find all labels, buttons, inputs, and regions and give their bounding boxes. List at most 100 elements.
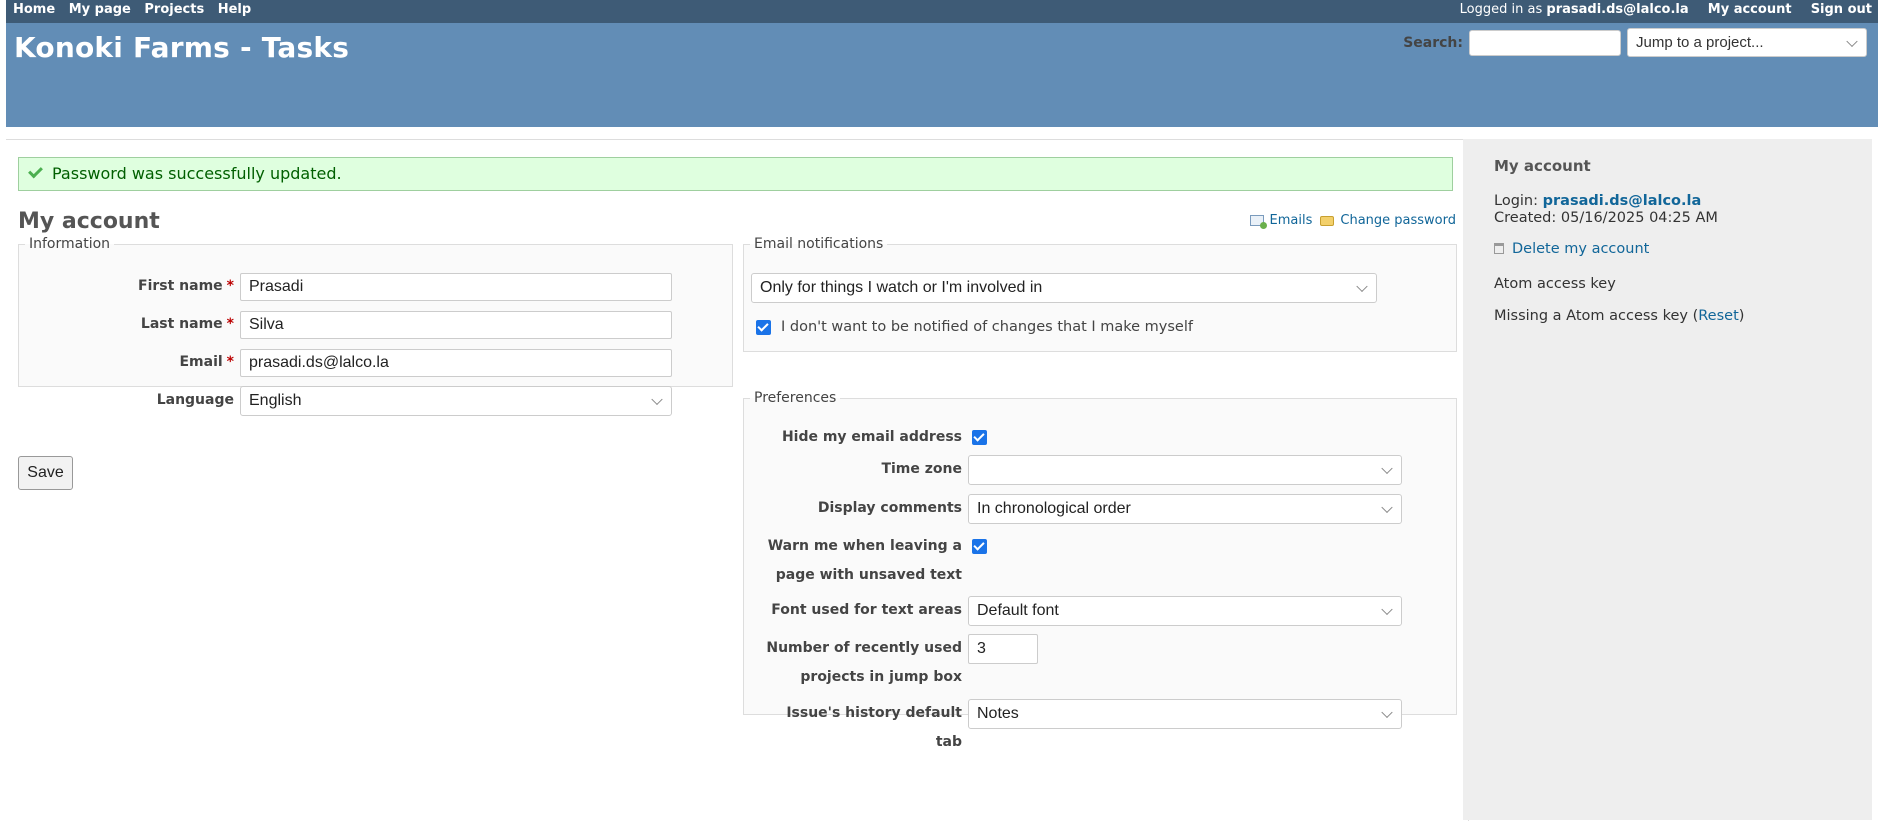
information-legend: Information — [29, 236, 111, 252]
no-self-notified-label: I don't want to be notified of changes t… — [781, 319, 1193, 335]
email-label: Email * — [19, 349, 234, 377]
chevron-down-icon — [651, 393, 663, 406]
language-select[interactable]: English — [240, 386, 672, 416]
delete-account-link[interactable]: Delete my account — [1512, 241, 1649, 257]
history-tab-label-line1: Issue's history default — [786, 705, 962, 721]
email-field[interactable]: prasadi.ds@lalco.la — [240, 349, 672, 377]
warn-unsaved-checkbox[interactable] — [972, 539, 987, 554]
display-comments-select[interactable]: In chronological order — [968, 494, 1402, 524]
flash-notice: Password was successfully updated. — [18, 157, 1453, 191]
chevron-down-icon — [1381, 603, 1393, 616]
preferences-legend: Preferences — [754, 390, 837, 406]
menu-home-link[interactable]: Home — [13, 2, 55, 17]
menu-projects-link[interactable]: Projects — [144, 2, 204, 17]
page-title: My account — [18, 209, 160, 234]
first-name-label-text: First name — [138, 278, 223, 294]
first-name-label: First name * — [19, 273, 234, 301]
jump-to-project-text: Jump to a project... — [1636, 34, 1764, 51]
display-comments-label: Display comments — [817, 500, 962, 516]
site-title[interactable]: Konoki Farms - Tasks — [14, 31, 349, 64]
chevron-down-icon — [1381, 501, 1393, 514]
email-icon — [1249, 215, 1267, 229]
change-password-link[interactable]: Change password — [1320, 213, 1456, 228]
text-font-label: Font used for text areas — [771, 602, 962, 618]
sign-out-link[interactable]: Sign out — [1811, 2, 1872, 17]
last-name-field[interactable]: Silva — [240, 311, 672, 339]
email-notifications-fieldset: Email notifications Only for things I wa… — [743, 236, 1457, 352]
save-button[interactable]: Save — [18, 456, 73, 490]
information-fieldset: Information First name * Prasadi Last nam… — [18, 236, 733, 416]
warn-unsaved-label-line1: Warn me when leaving a — [767, 538, 962, 554]
last-name-label: Last name * — [19, 311, 234, 339]
atom-key-missing-text: Missing a Atom access key ( — [1494, 308, 1699, 324]
no-self-notified-row: I don't want to be notified of changes t… — [756, 319, 1193, 335]
history-tab-value: Notes — [977, 705, 1019, 722]
atom-key-reset-link[interactable]: Reset — [1698, 308, 1739, 324]
jump-to-project-select[interactable]: Jump to a project... — [1627, 28, 1867, 57]
required-mark: * — [226, 316, 234, 332]
menu-help-link[interactable]: Help — [218, 2, 251, 17]
sidebar-login: Login: prasadi.ds@lalco.la — [1494, 193, 1701, 209]
quick-search: Search: Jump to a project... — [1403, 28, 1867, 57]
chevron-down-icon — [1381, 462, 1393, 475]
history-tab-label: Issue's history default tab — [744, 699, 962, 757]
time-zone-label: Time zone — [881, 461, 962, 477]
sidebar: My account Login: prasadi.ds@lalco.la Cr… — [1463, 139, 1872, 820]
chevron-down-icon — [1846, 35, 1858, 47]
sidebar-login-link[interactable]: prasadi.ds@lalco.la — [1543, 193, 1702, 209]
key-icon — [1320, 215, 1335, 226]
warn-unsaved-label-line2: page with unsaved text — [775, 567, 962, 583]
contextual-links: Emails Change password — [1242, 213, 1456, 229]
hide-email-checkbox[interactable] — [972, 430, 987, 445]
preferences-fieldset: Preferences Hide my email address Time z… — [743, 390, 1457, 750]
sidebar-login-label: Login: — [1494, 193, 1539, 209]
text-font-value: Default font — [977, 602, 1059, 619]
recent-projects-label-line2: projects in jump box — [800, 669, 962, 685]
language-value: English — [249, 392, 302, 409]
first-name-field[interactable]: Prasadi — [240, 273, 672, 301]
email-notifications-legend: Email notifications — [754, 236, 884, 252]
flash-text: Password was successfully updated. — [52, 164, 342, 183]
no-self-notified-checkbox[interactable] — [756, 319, 771, 335]
time-zone-select[interactable] — [968, 455, 1402, 485]
atom-key-title: Atom access key — [1494, 276, 1616, 292]
check-icon — [28, 163, 43, 179]
email-notification-select[interactable]: Only for things I watch or I'm involved … — [751, 273, 1377, 303]
atom-key-close-paren: ) — [1738, 308, 1745, 324]
language-label: Language — [156, 392, 234, 408]
warn-unsaved-label: Warn me when leaving a page with unsaved … — [744, 532, 962, 590]
history-tab-select[interactable]: Notes — [968, 699, 1402, 729]
required-mark: * — [226, 278, 234, 294]
sidebar-created: Created: 05/16/2025 04:25 AM — [1494, 210, 1718, 226]
recent-projects-label-line1: Number of recently used — [766, 640, 962, 656]
trash-icon — [1494, 243, 1504, 254]
delete-account-row: Delete my account — [1494, 241, 1649, 257]
recent-projects-input[interactable]: 3 — [968, 634, 1038, 664]
search-label: Search: — [1403, 34, 1463, 51]
chevron-down-icon — [1356, 280, 1368, 293]
logged-in-label: Logged in as — [1459, 2, 1543, 17]
header: Konoki Farms - Tasks Search: Jump to a p… — [6, 23, 1878, 127]
atom-key-status: Missing a Atom access key (Reset) — [1494, 308, 1744, 324]
chevron-down-icon — [1381, 706, 1393, 719]
logged-in-user-link[interactable]: prasadi.ds@lalco.la — [1546, 2, 1688, 17]
last-name-label-text: Last name — [140, 316, 223, 332]
main-content: Password was successfully updated. My ac… — [6, 139, 1469, 821]
emails-link[interactable]: Emails — [1249, 213, 1313, 229]
display-comments-value: In chronological order — [977, 500, 1131, 517]
top-menu: Home My page Projects Help Logged in as … — [6, 0, 1878, 23]
email-label-text: Email — [179, 354, 223, 370]
sidebar-title: My account — [1494, 157, 1591, 175]
menu-my-page-link[interactable]: My page — [69, 2, 131, 17]
emails-link-label: Emails — [1269, 213, 1313, 228]
sidebar-created-value: 05/16/2025 04:25 AM — [1560, 210, 1718, 226]
email-notification-value: Only for things I watch or I'm involved … — [760, 279, 1043, 296]
text-font-select[interactable]: Default font — [968, 596, 1402, 626]
my-account-link[interactable]: My account — [1708, 2, 1792, 17]
change-password-label: Change password — [1340, 213, 1456, 228]
search-input[interactable] — [1469, 29, 1621, 56]
hide-email-label: Hide my email address — [781, 429, 962, 445]
recent-projects-label: Number of recently used projects in jump … — [744, 634, 962, 692]
sidebar-created-label: Created: — [1494, 210, 1557, 226]
required-mark: * — [226, 354, 234, 370]
